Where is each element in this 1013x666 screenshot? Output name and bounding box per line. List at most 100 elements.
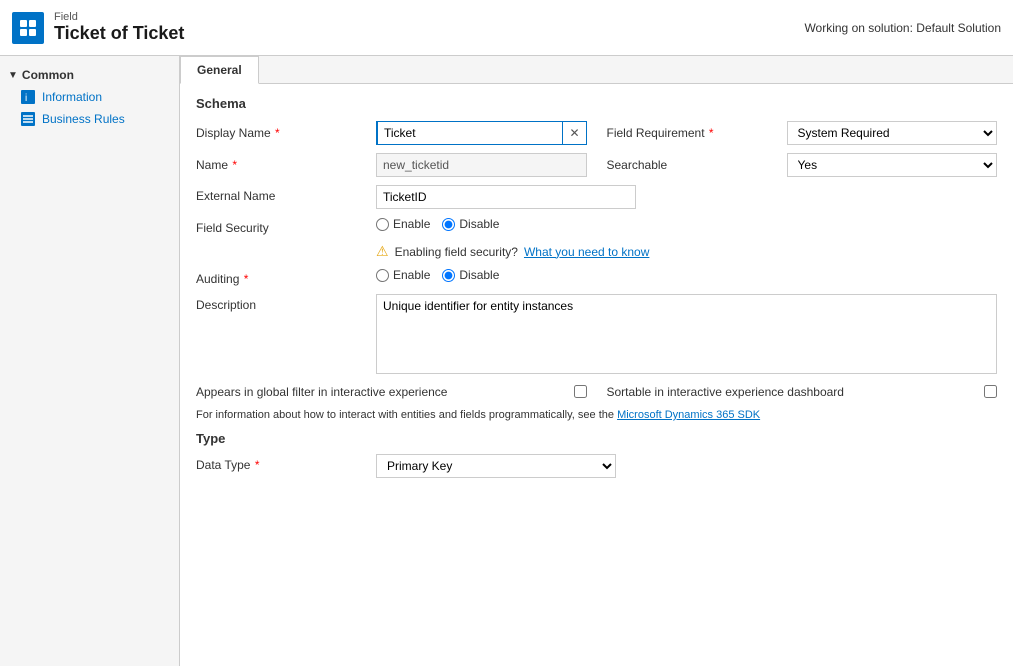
rules-svg (21, 112, 35, 126)
title-block: Field Ticket of Ticket (54, 11, 184, 44)
type-section-title: Type (196, 431, 997, 446)
auditing-control: Enable Disable (376, 268, 997, 282)
data-type-required: * (251, 458, 259, 472)
warning-row: ⚠ Enabling field security? What you need… (376, 243, 997, 260)
auditing-disable-radio[interactable] (442, 269, 455, 282)
schema-section-title: Schema (196, 96, 997, 111)
field-security-enable-radio[interactable] (376, 218, 389, 231)
tab-general[interactable]: General (180, 56, 259, 84)
description-label: Description (196, 294, 376, 312)
information-icon: i (20, 89, 36, 105)
global-filter-label: Appears in global filter in interactive … (196, 385, 564, 401)
field-security-label: Field Security (196, 217, 376, 235)
field-security-control: Enable Disable (376, 217, 997, 231)
sidebar-item-business-rules[interactable]: Business Rules (0, 108, 179, 130)
display-name-left: Display Name * ✕ (196, 121, 587, 145)
name-input[interactable] (376, 153, 587, 177)
name-required: * (229, 158, 237, 172)
display-name-row: Display Name * ✕ Field Requirement * (196, 121, 997, 145)
searchable-control: Yes No (787, 153, 998, 177)
field-requirement-select[interactable]: System Required Business Required Option… (787, 121, 998, 145)
field-security-disable-text: Disable (459, 217, 499, 231)
form-content: Schema Display Name * ✕ (180, 84, 1013, 498)
global-filter-checkbox[interactable] (574, 385, 587, 398)
auditing-label: Auditing * (196, 268, 376, 286)
svg-text:i: i (25, 93, 27, 104)
display-name-input[interactable] (377, 121, 563, 145)
warning-link[interactable]: What you need to know (524, 245, 649, 259)
searchable-select[interactable]: Yes No (787, 153, 998, 177)
data-type-row: Data Type * Primary Key (196, 454, 997, 478)
auditing-enable-radio[interactable] (376, 269, 389, 282)
sidebar-section-common[interactable]: ▼ Common (0, 64, 179, 86)
sdk-info-row: For information about how to interact wi… (196, 409, 997, 421)
global-filter-checkbox-wrapper (574, 385, 587, 401)
field-security-enable-label[interactable]: Enable (376, 217, 430, 231)
field-security-enable-text: Enable (393, 217, 430, 231)
top-bar-left: Field Ticket of Ticket (12, 11, 184, 44)
field-requirement-control: System Required Business Required Option… (787, 121, 998, 145)
content-area: General Schema Display Name * ✕ (180, 56, 1013, 666)
field-label: Field (54, 11, 184, 23)
auditing-radio-group: Enable Disable (376, 268, 997, 282)
sortable-checkbox[interactable] (984, 385, 997, 398)
field-requirement-right: Field Requirement * System Required Busi… (607, 121, 998, 145)
info-svg: i (21, 90, 35, 104)
external-name-label: External Name (196, 185, 376, 203)
external-name-control (376, 185, 636, 209)
data-type-label: Data Type * (196, 454, 376, 472)
sortable-right: Sortable in interactive experience dashb… (607, 385, 998, 401)
sdk-info-text: For information about how to interact wi… (196, 409, 614, 421)
sidebar-section-label: Common (22, 68, 74, 82)
information-label: Information (42, 90, 102, 104)
tabs-bar: General (180, 56, 1013, 84)
sidebar: ▼ Common i Information Business R (0, 56, 180, 666)
data-type-select[interactable]: Primary Key (376, 454, 616, 478)
field-security-disable-radio[interactable] (442, 218, 455, 231)
checkbox-row: Appears in global filter in interactive … (196, 385, 997, 401)
auditing-enable-label[interactable]: Enable (376, 268, 430, 282)
name-control (376, 153, 587, 177)
display-name-wrapper: ✕ (376, 121, 587, 145)
description-row: Description Unique identifier for entity… (196, 294, 997, 377)
display-name-label: Display Name * (196, 126, 376, 140)
display-name-required: * (272, 126, 280, 140)
field-security-disable-label[interactable]: Disable (442, 217, 499, 231)
name-left: Name * (196, 153, 587, 177)
description-textarea[interactable]: Unique identifier for entity instances (376, 294, 997, 374)
collapse-arrow-icon: ▼ (8, 70, 18, 81)
main-layout: ▼ Common i Information Business R (0, 56, 1013, 666)
name-label: Name * (196, 158, 376, 172)
field-security-row: Field Security Enable Disable (196, 217, 997, 235)
auditing-disable-text: Disable (459, 268, 499, 282)
global-filter-left: Appears in global filter in interactive … (196, 385, 587, 401)
auditing-row: Auditing * Enable Disable (196, 268, 997, 286)
sortable-checkbox-wrapper (984, 385, 997, 401)
page-title: Ticket of Ticket (54, 23, 184, 44)
external-name-input[interactable] (376, 185, 636, 209)
sortable-label: Sortable in interactive experience dashb… (607, 385, 975, 401)
searchable-right: Searchable Yes No (607, 153, 998, 177)
sidebar-item-information[interactable]: i Information (0, 86, 179, 108)
auditing-disable-label[interactable]: Disable (442, 268, 499, 282)
field-security-radio-group: Enable Disable (376, 217, 997, 231)
top-bar: Field Ticket of Ticket Working on soluti… (0, 0, 1013, 56)
name-row: Name * Searchable Yes No (196, 153, 997, 177)
warning-icon: ⚠ (376, 243, 389, 260)
clear-display-name-button[interactable]: ✕ (563, 126, 585, 140)
app-icon (12, 12, 44, 44)
sdk-link[interactable]: Microsoft Dynamics 365 SDK (617, 409, 760, 421)
auditing-enable-text: Enable (393, 268, 430, 282)
field-icon-svg (19, 19, 37, 37)
working-on-label: Working on solution: Default Solution (804, 21, 1001, 35)
field-requirement-label: Field Requirement * (607, 126, 787, 140)
field-req-required: * (706, 126, 714, 140)
warning-text: Enabling field security? (395, 245, 518, 259)
auditing-required: * (240, 272, 248, 286)
display-name-control: ✕ (376, 121, 587, 145)
business-rules-label: Business Rules (42, 112, 125, 126)
business-rules-icon (20, 111, 36, 127)
data-type-control: Primary Key (376, 454, 616, 478)
searchable-label: Searchable (607, 158, 787, 172)
external-name-row: External Name (196, 185, 997, 209)
